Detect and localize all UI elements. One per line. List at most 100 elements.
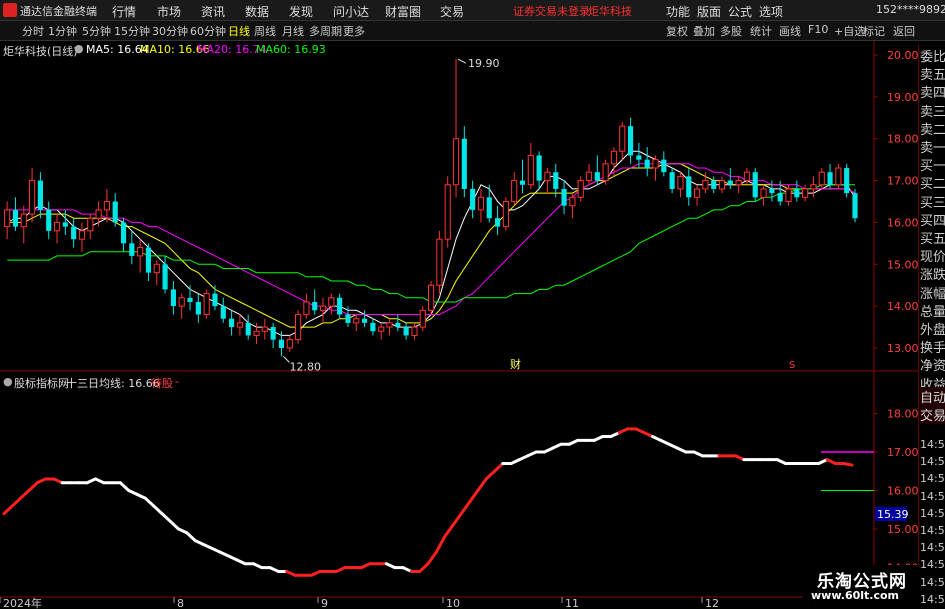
indicator-segment-50: [418, 562, 430, 573]
candle-body-45: [378, 326, 385, 332]
candle-body-6: [53, 221, 61, 232]
x-tick-label-5: 12: [705, 597, 719, 609]
menu-item-3[interactable]: 数据: [245, 3, 269, 20]
menu-item-0[interactable]: 行情: [112, 3, 136, 20]
toolbar-tool-6[interactable]: +自选: [834, 23, 865, 39]
sidebar-item-10[interactable]: 买五: [920, 228, 945, 247]
candle-body-77: [644, 159, 650, 169]
sidebar-item-4[interactable]: 卖二: [920, 119, 945, 138]
period-tab-4[interactable]: 30分钟: [152, 23, 188, 39]
candle-body-65: [544, 171, 551, 182]
indicator-tag: 待股: [151, 377, 173, 390]
sidebar-item-12[interactable]: 涨跌: [920, 264, 945, 283]
sidebar-item-13[interactable]: 涨幅: [920, 283, 945, 302]
menu-item-6[interactable]: 财富圈: [385, 3, 421, 20]
toolbar-tool-3[interactable]: 统计: [750, 23, 772, 39]
toolbar-tool-7[interactable]: 标记: [863, 23, 885, 39]
toolbar-tool-0[interactable]: 复权: [666, 23, 688, 39]
candle-body-48: [403, 327, 409, 336]
sidebar-item-1[interactable]: 卖五: [920, 64, 945, 83]
time-label-2: 14:56: [920, 472, 945, 486]
sidebar-item-7[interactable]: 买二: [920, 173, 945, 192]
gear-icon[interactable]: ●: [3, 375, 13, 388]
candle-body-98: [818, 171, 825, 186]
toolbar-tool-4[interactable]: 画线: [779, 23, 801, 39]
sidebar-item-8[interactable]: 买三: [920, 192, 945, 211]
sidebar-item-3[interactable]: 卖三: [920, 101, 945, 120]
menu-bar: 通达信金融终端 证券交易未登录 炬华科技 152****9892 行情 市场 资讯 数…: [0, 0, 945, 21]
period-tab-9[interactable]: 多周期: [309, 23, 342, 39]
sidebar-item-2[interactable]: 卖四: [920, 82, 945, 101]
period-tab-5[interactable]: 60分钟: [190, 23, 226, 39]
sidebar-item-15[interactable]: 外盘: [920, 319, 945, 338]
sidebar-action-0[interactable]: 自动: [920, 387, 945, 406]
candle-body-35: [295, 314, 302, 341]
indicator-segment-54: [451, 512, 463, 527]
y-tick-label-1: 14.00: [887, 300, 919, 313]
indicator-segment-20: [168, 519, 181, 531]
sidebar-item-17[interactable]: 净资: [920, 355, 945, 374]
stock-name-tab[interactable]: 炬华科技: [588, 3, 632, 19]
candle-body-87: [727, 180, 733, 185]
time-label-5: 14:56: [920, 524, 945, 537]
sidebar-action-1[interactable]: 交易: [920, 405, 945, 424]
indicator-segment-53: [443, 523, 455, 539]
period-tab-8[interactable]: 月线: [282, 23, 304, 39]
menu-right-item-0[interactable]: 功能: [666, 3, 690, 20]
period-tab-7[interactable]: 周线: [254, 23, 276, 39]
gear-icon[interactable]: ●: [74, 42, 84, 55]
period-tab-10[interactable]: 更多: [343, 23, 365, 39]
y-tick-label-0: 13.00: [887, 342, 919, 355]
x-tick-label-0: 2024年: [3, 596, 42, 609]
time-label-9: 14:56: [920, 592, 945, 606]
menu-item-2[interactable]: 资讯: [201, 3, 225, 20]
toolbar-tool-2[interactable]: 多股: [720, 23, 742, 39]
candle-body-26: [220, 306, 226, 319]
period-tab-6[interactable]: 日线: [228, 23, 250, 39]
candle-body-59: [494, 218, 501, 227]
menu-right-item-2[interactable]: 公式: [728, 3, 752, 20]
candle-body-97: [810, 184, 817, 190]
sidebar-item-16[interactable]: 换手: [920, 337, 945, 356]
toolbar-tool-1[interactable]: 叠加: [693, 23, 715, 39]
candle-body-99: [827, 172, 833, 185]
toolbar-tool-5[interactable]: F10: [808, 23, 828, 36]
sidebar-item-0[interactable]: 委比: [920, 46, 945, 65]
menu-item-4[interactable]: 发现: [289, 3, 313, 20]
indicator-value: 十三日均线: 16.66: [66, 377, 160, 390]
time-label-4: 14:56: [920, 506, 945, 520]
period-tab-1[interactable]: 1分钟: [48, 23, 77, 39]
candle-body-94: [785, 188, 792, 202]
indicator-segment-3: [27, 481, 39, 492]
candle-body-8: [71, 226, 77, 240]
menu-item-7[interactable]: 交易: [440, 3, 464, 20]
sidebar-item-14[interactable]: 总量: [920, 301, 945, 320]
menu-item-1[interactable]: 市场: [157, 3, 181, 20]
time-label-7: 14:56: [920, 558, 945, 572]
candle-body-12: [103, 201, 110, 211]
candle-body-47: [395, 322, 401, 328]
menu-right-item-1[interactable]: 版面: [697, 3, 721, 20]
candle-body-57: [477, 196, 485, 211]
toolbar-tool-8[interactable]: 返回: [893, 23, 915, 39]
sidebar-item-11[interactable]: 现价: [920, 246, 945, 265]
login-alert[interactable]: 证券交易未登录: [513, 3, 590, 19]
low-price-label: 12.80: [289, 360, 321, 373]
sidebar-item-9[interactable]: 买四: [920, 210, 945, 229]
sub-y-tick-label-2: 16.00: [887, 485, 919, 498]
indicator-segment-2: [19, 489, 31, 500]
menu-right-item-3[interactable]: 选项: [759, 3, 783, 20]
candle-body-21: [178, 297, 185, 307]
period-tab-3[interactable]: 15分钟: [114, 23, 150, 39]
candle-body-60: [502, 201, 509, 228]
candle-body-28: [236, 322, 243, 328]
period-tab-2[interactable]: 5分钟: [82, 23, 111, 39]
candle-body-2: [20, 213, 27, 228]
indicator-segment-17: [143, 496, 156, 508]
account-label[interactable]: 152****9892: [876, 3, 945, 16]
sidebar-item-5[interactable]: 卖一: [920, 137, 945, 156]
indicator-segment-57: [476, 477, 488, 492]
sidebar-item-6[interactable]: 买一: [920, 155, 945, 174]
menu-item-5[interactable]: 问小达: [333, 3, 369, 20]
period-tab-0[interactable]: 分时: [22, 23, 44, 39]
